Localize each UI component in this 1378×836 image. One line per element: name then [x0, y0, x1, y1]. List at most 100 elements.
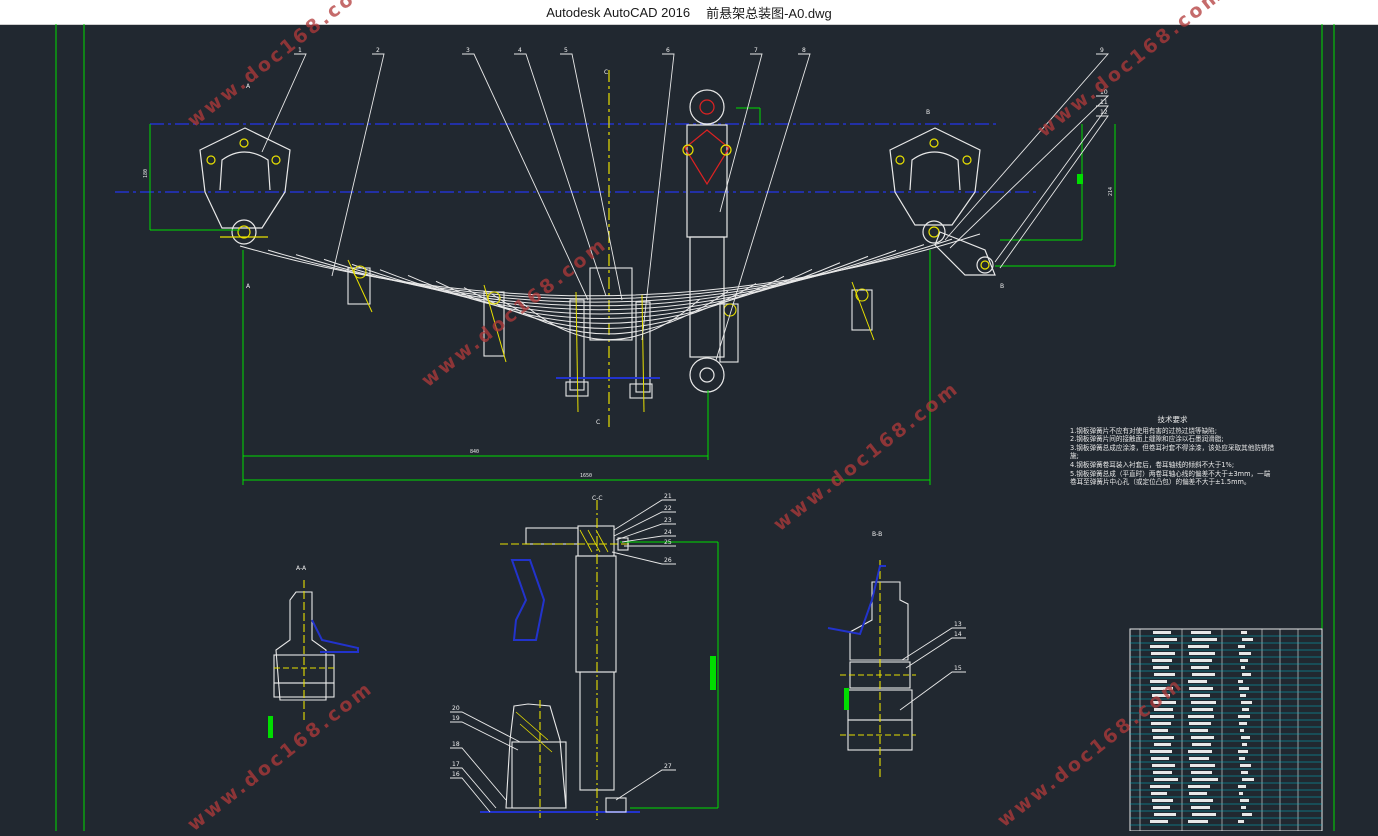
- balloon-23: 23: [664, 517, 672, 524]
- balloon-20: 20: [452, 705, 460, 712]
- balloon-2: 2: [376, 47, 380, 54]
- balloon-8: 8: [802, 47, 806, 54]
- balloon-27: 27: [664, 763, 672, 770]
- parts-table-cell-text: [1191, 736, 1214, 739]
- parts-table-cell-text: [1189, 792, 1207, 795]
- dim-half-length: 840: [470, 449, 479, 455]
- section-aa-marker: [268, 716, 273, 738]
- parts-table-cell-text: [1153, 771, 1172, 774]
- parts-table-cell-text: [1241, 631, 1247, 634]
- parts-table-cell-text: [1152, 764, 1175, 767]
- parts-table-cell-text: [1239, 792, 1243, 795]
- app-name: Autodesk AutoCAD 2016: [546, 4, 691, 20]
- parts-table-cell-text: [1191, 701, 1216, 704]
- shock-dim-marker: [710, 656, 716, 690]
- parts-list-table: [1129, 628, 1323, 831]
- parts-table-cell-text: [1241, 806, 1246, 809]
- parts-table-cell-text: [1189, 687, 1213, 690]
- parts-table-cell-text: [1189, 757, 1209, 760]
- parts-table-cell-text: [1150, 820, 1168, 823]
- section-bb-view: [827, 560, 916, 780]
- parts-table-cell-text: [1190, 764, 1215, 767]
- balloon-25: 25: [664, 539, 672, 546]
- parts-table-cell-text: [1151, 722, 1171, 725]
- shock-absorber-main: [682, 89, 732, 393]
- balloon-22: 22: [664, 505, 672, 512]
- balloon-4: 4: [518, 47, 522, 54]
- marker-c-top: C: [604, 69, 608, 76]
- section-bb-title: B-B: [872, 531, 882, 538]
- section-aa-title: A-A: [296, 565, 307, 572]
- parts-table-cell-text: [1154, 778, 1178, 781]
- spring-leaf: [239, 233, 981, 297]
- shock-leaders: [450, 499, 676, 813]
- parts-table-cell-text: [1192, 673, 1215, 676]
- section-bb-marker: [844, 688, 849, 710]
- marker-b-bottom: B: [1000, 283, 1004, 290]
- parts-table-cell-text: [1238, 750, 1248, 753]
- parts-table-cell-text: [1188, 785, 1210, 788]
- parts-table-cell-text: [1188, 820, 1208, 823]
- top-balloon-labels: 1 2 3 4 5 6 7 8 9 10 11 12: [298, 47, 1108, 116]
- parts-table-cell-text: [1238, 820, 1244, 823]
- parts-table-cell-text: [1150, 645, 1169, 648]
- parts-table-cell-text: [1188, 680, 1207, 683]
- parts-table-cell-text: [1191, 806, 1210, 809]
- shock-section-view: [480, 500, 640, 820]
- parts-table-cell-text: [1150, 750, 1172, 753]
- parts-table-cell-text: [1241, 771, 1248, 774]
- parts-table-cell-text: [1241, 701, 1252, 704]
- parts-table-cell-text: [1151, 652, 1175, 655]
- tech-req-title: 技术要求: [1157, 415, 1188, 424]
- parts-table-cell-text: [1192, 743, 1211, 746]
- parts-table-cell-text: [1239, 722, 1247, 725]
- balloon-6: 6: [666, 47, 670, 54]
- parts-table-cell-text: [1154, 638, 1177, 641]
- parts-table-cell-text: [1240, 694, 1246, 697]
- parts-table-cell-text: [1191, 631, 1211, 634]
- parts-table-cell-text: [1152, 729, 1168, 732]
- parts-table-cell-text: [1242, 743, 1247, 746]
- parts-table-cell-text: [1153, 631, 1171, 634]
- tech-req-item: 3.钢板弹簧总成应涂漆，但卷耳衬套不得涂漆，该处应采取其他防锈措施;: [1070, 443, 1275, 461]
- parts-table-cell-text: [1152, 799, 1173, 802]
- parts-table-cell-text: [1152, 659, 1172, 662]
- parts-table-cell-text: [1189, 722, 1211, 725]
- shock-balloon-labels: 21 22 23 24 25 26 27 20 19 18 17 16: [452, 493, 672, 778]
- balloon-12: 12: [1100, 109, 1108, 116]
- parts-table-cell-text: [1239, 757, 1245, 760]
- main-view-centerlines: [115, 123, 1040, 193]
- parts-table-cell-text: [1190, 659, 1212, 662]
- tech-req-item: 5.钢板弹簧总成（平直时）两卷耳轴心线的偏差不大于±3mm，一端卷耳至弹簧片中心…: [1070, 469, 1271, 487]
- parts-table-cell-text: [1242, 813, 1252, 816]
- parts-table-cell-text: [1190, 694, 1210, 697]
- left-hanger-bracket: [199, 127, 291, 245]
- dim-height-right: 214: [1108, 187, 1114, 196]
- balloon-26: 26: [664, 557, 672, 564]
- balloon-24: 24: [664, 529, 672, 536]
- parts-table-cell-text: [1238, 715, 1250, 718]
- balloon-21: 21: [664, 493, 672, 500]
- drawing-canvas[interactable]: 180 214 840 1650 A A B B C C 1 2 3 4 5 6…: [0, 0, 1378, 836]
- parts-table-cell-text: [1192, 813, 1216, 816]
- spring-leaf: [379, 262, 841, 315]
- parts-table-cell-text: [1188, 645, 1209, 648]
- balloon-3: 3: [466, 47, 470, 54]
- parts-table-cell-text: [1191, 666, 1209, 669]
- parts-table-cell-text: [1238, 785, 1246, 788]
- parts-table-cell-text: [1239, 687, 1249, 690]
- balloon-7: 7: [754, 47, 758, 54]
- parts-table-cell-text: [1240, 799, 1249, 802]
- parts-table-cell-text: [1151, 757, 1169, 760]
- parts-table-cell-text: [1242, 638, 1253, 641]
- parts-table-cell-text: [1241, 666, 1245, 669]
- parts-table-cell-text: [1240, 764, 1251, 767]
- balloon-5: 5: [564, 47, 568, 54]
- parts-table-cell-text: [1188, 750, 1212, 753]
- parts-table-cell-text: [1153, 806, 1170, 809]
- file-name: 前悬架总装图-A0.dwg: [706, 5, 832, 21]
- parts-table-cell-text: [1238, 680, 1243, 683]
- parts-table-cell-text: [1242, 708, 1249, 711]
- parts-table-cell-text: [1238, 645, 1245, 648]
- parts-table-cell-text: [1240, 729, 1244, 732]
